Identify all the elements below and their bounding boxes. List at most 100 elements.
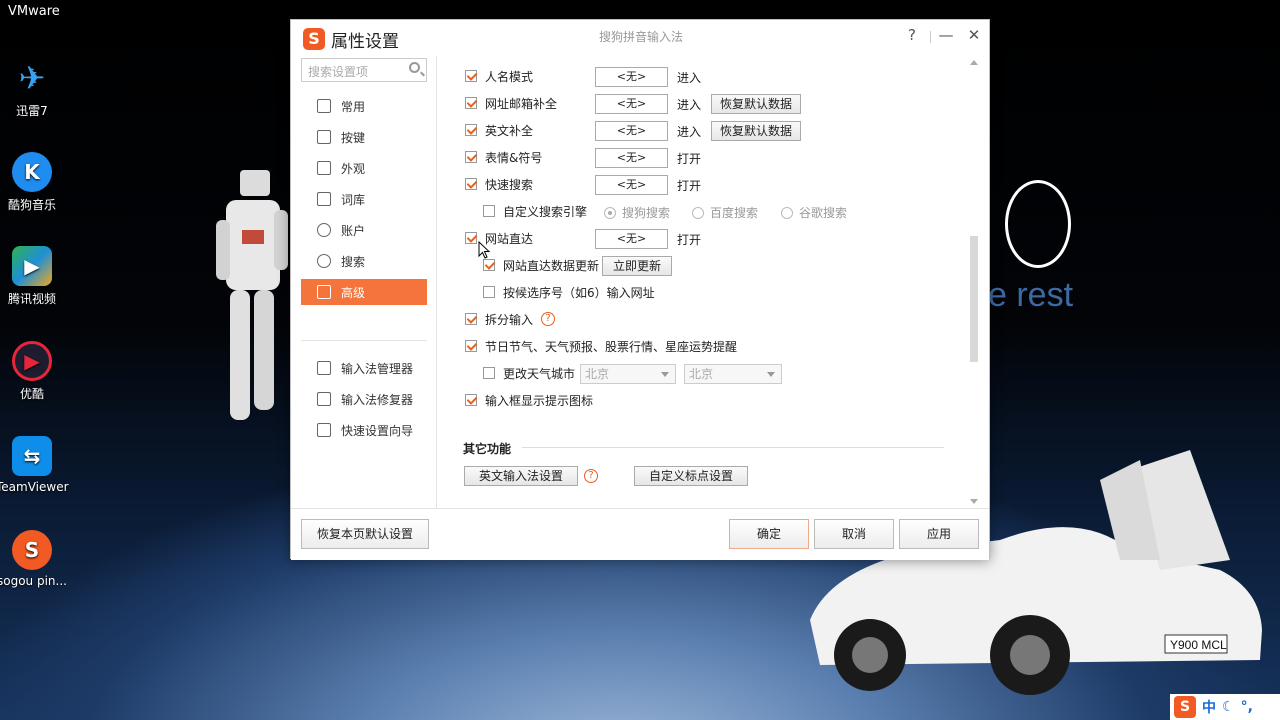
ok-button[interactable]: 确定: [729, 519, 809, 549]
input-box-icon-checkbox[interactable]: [465, 394, 477, 406]
site-direct-option[interactable]: 网站直达: [465, 228, 533, 248]
name-mode-hotkey[interactable]: <无>: [595, 67, 668, 87]
split-input-option[interactable]: 拆分输入?: [465, 309, 556, 329]
nav-label: 快速设置向导: [341, 423, 414, 438]
nav-item-account[interactable]: 账户: [301, 217, 427, 243]
email-restore-button[interactable]: 恢复默认数据: [711, 94, 801, 114]
english-complete-checkbox[interactable]: [465, 124, 477, 136]
custom-punct-settings-button[interactable]: 自定义标点设置: [634, 466, 748, 486]
split-input-checkbox[interactable]: [465, 313, 477, 325]
option-label: 自定义搜索引擎: [503, 204, 588, 219]
moon-icon[interactable]: ☾: [1222, 699, 1235, 715]
book-icon: [317, 192, 331, 206]
city-select[interactable]: 北京: [684, 364, 782, 384]
quick-search-checkbox[interactable]: [465, 178, 477, 190]
help-button[interactable]: ?: [902, 26, 922, 44]
restore-page-defaults-button[interactable]: 恢复本页默认设置: [301, 519, 429, 549]
province-select[interactable]: 北京: [580, 364, 676, 384]
holiday-info-checkbox[interactable]: [465, 340, 477, 352]
nav-label: 输入法修复器: [341, 392, 414, 407]
english-complete-hotkey[interactable]: <无>: [595, 121, 668, 141]
minimize-button[interactable]: —: [936, 26, 956, 44]
name-mode-option[interactable]: 人名模式: [465, 66, 533, 86]
change-city-option[interactable]: 更改天气城市: [483, 363, 575, 383]
cancel-button[interactable]: 取消: [814, 519, 894, 549]
option-label: 网址邮箱补全: [485, 96, 558, 111]
emoji-hotkey[interactable]: <无>: [595, 148, 668, 168]
site-direct-hotkey[interactable]: <无>: [595, 229, 668, 249]
english-restore-button[interactable]: 恢复默认数据: [711, 121, 801, 141]
email-complete-action: 进入: [677, 98, 702, 112]
site-data-update-option[interactable]: 网站直达数据更新: [483, 255, 599, 275]
email-complete-hotkey[interactable]: <无>: [595, 94, 668, 114]
section-divider: [522, 447, 944, 448]
sogou-tray-icon[interactable]: S: [1174, 696, 1196, 718]
update-now-button[interactable]: 立即更新: [602, 256, 672, 276]
nav-item-keys[interactable]: 按键: [301, 124, 427, 150]
english-ime-help-icon[interactable]: ?: [584, 469, 598, 483]
system-tray: S 中 ☾ °,: [1170, 694, 1280, 720]
english-ime-settings-button[interactable]: 英文输入法设置: [464, 466, 578, 486]
province-value: 北京: [585, 367, 610, 381]
english-complete-option[interactable]: 英文补全: [465, 120, 533, 140]
nav-label: 账户: [341, 223, 366, 238]
nav-item-quick-setup[interactable]: 快速设置向导: [301, 417, 427, 443]
nav-item-dictionary[interactable]: 词库: [301, 186, 427, 212]
nav-label: 输入法管理器: [341, 361, 414, 376]
desktop-icon-kugou[interactable]: K 酷狗音乐: [0, 152, 68, 213]
astronaut-wallpaper-image: [216, 170, 288, 420]
change-city-checkbox[interactable]: [483, 367, 495, 379]
scroll-down-arrow[interactable]: [970, 499, 978, 504]
nav-label: 搜索: [341, 254, 366, 269]
engine-google-radio[interactable]: 谷歌搜索: [781, 204, 847, 221]
desktop-icon-youku[interactable]: ▶ 优酷: [0, 341, 68, 402]
emoji-option[interactable]: 表情&符号: [465, 147, 542, 167]
scroll-up-arrow[interactable]: [970, 60, 978, 65]
engine-baidu-radio[interactable]: 百度搜索: [692, 204, 758, 221]
title-bar[interactable]: S 属性设置 搜狗拼音输入法 ? — ✕: [291, 20, 989, 56]
dialog-subtitle: 搜狗拼音输入法: [599, 30, 684, 44]
radio-circle: [692, 206, 704, 219]
kugou-icon: K: [12, 152, 52, 192]
settings-search-input[interactable]: 搜索设置项: [301, 58, 427, 82]
candidate-url-option[interactable]: 按候选序号（如6）输入网址: [483, 282, 655, 302]
scroll-thumb[interactable]: [970, 236, 978, 362]
apply-button[interactable]: 应用: [899, 519, 979, 549]
nav-item-advanced[interactable]: 高级: [301, 279, 427, 305]
input-box-icon-option[interactable]: 输入框显示提示图标: [465, 390, 593, 410]
nav-item-ime-repair[interactable]: 输入法修复器: [301, 386, 427, 412]
desktop-icon-sogou[interactable]: S sogou pin...: [0, 530, 68, 588]
email-complete-option[interactable]: 网址邮箱补全: [465, 93, 557, 113]
radio-label: 百度搜索: [710, 206, 759, 220]
desktop-icon-label: TeamViewer: [0, 480, 69, 494]
dialog-footer: 恢复本页默认设置 确定 取消 应用: [291, 508, 989, 560]
custom-engine-checkbox[interactable]: [483, 205, 495, 217]
close-button[interactable]: ✕: [964, 26, 984, 44]
desktop-icon-teamviewer[interactable]: ⇆ TeamViewer: [0, 436, 69, 494]
nav-item-common[interactable]: 常用: [301, 93, 427, 119]
quick-search-action: 打开: [677, 179, 702, 193]
split-input-help-icon[interactable]: ?: [541, 312, 556, 326]
nav-item-ime-manager[interactable]: 输入法管理器: [301, 355, 427, 381]
site-direct-checkbox[interactable]: [465, 232, 477, 244]
email-complete-checkbox[interactable]: [465, 97, 477, 109]
quick-search-option[interactable]: 快速搜索: [465, 174, 533, 194]
candidate-url-checkbox[interactable]: [483, 286, 495, 298]
quick-search-hotkey[interactable]: <无>: [595, 175, 668, 195]
content-scrollbar[interactable]: [968, 56, 980, 508]
emoji-checkbox[interactable]: [465, 151, 477, 163]
punctuation-icon[interactable]: °,: [1241, 699, 1253, 715]
city-value: 北京: [689, 367, 714, 381]
search-icon[interactable]: [409, 62, 420, 73]
name-mode-checkbox[interactable]: [465, 70, 477, 82]
holiday-info-option[interactable]: 节日节气、天气预报、股票行情、星座运势提醒: [465, 336, 737, 356]
nav-item-appearance[interactable]: 外观: [301, 155, 427, 181]
custom-engine-option[interactable]: 自定义搜索引擎: [483, 201, 587, 221]
desktop-icon-tencent-video[interactable]: ▶ 腾讯视频: [0, 246, 68, 307]
nav-item-search[interactable]: 搜索: [301, 248, 427, 274]
ime-language-indicator[interactable]: 中: [1202, 697, 1216, 717]
desktop-icon-label: sogou pin...: [0, 574, 67, 588]
search-placeholder: 搜索设置项: [308, 65, 369, 79]
desktop-icon-xunlei[interactable]: ✈ 迅雷7: [0, 58, 68, 119]
engine-sogou-radio[interactable]: 搜狗搜索: [604, 204, 670, 221]
